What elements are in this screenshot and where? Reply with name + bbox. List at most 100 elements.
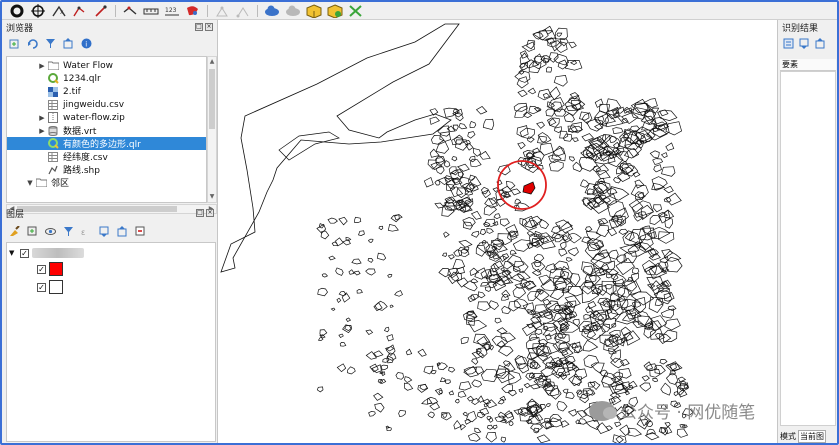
parcel-polygon[interactable] bbox=[548, 52, 559, 63]
parcel-polygon[interactable] bbox=[615, 257, 635, 276]
parcel-polygon[interactable] bbox=[583, 354, 600, 369]
parcel-polygon[interactable] bbox=[664, 318, 681, 331]
ruler-icon[interactable] bbox=[142, 3, 160, 19]
package-2-icon[interactable] bbox=[326, 3, 344, 19]
parcel-polygon[interactable] bbox=[358, 230, 365, 236]
parcel-polygon[interactable] bbox=[569, 342, 579, 348]
parcel-polygon[interactable] bbox=[532, 147, 540, 155]
parcel-polygon[interactable] bbox=[507, 389, 517, 397]
parcel-polygon[interactable] bbox=[523, 382, 531, 389]
parcel-polygon[interactable] bbox=[351, 258, 362, 265]
pan-crosshair-icon[interactable] bbox=[29, 3, 47, 19]
parcel-polygon[interactable] bbox=[508, 370, 522, 385]
parcel-polygon[interactable] bbox=[345, 317, 352, 322]
parcel-polygon[interactable] bbox=[563, 112, 575, 123]
parcel-polygon[interactable] bbox=[594, 311, 607, 326]
parcel-polygon[interactable] bbox=[435, 141, 450, 154]
parcel-polygon[interactable] bbox=[539, 218, 550, 230]
parcel-polygon[interactable] bbox=[494, 317, 502, 324]
parcel-polygon[interactable] bbox=[417, 348, 427, 357]
parcel-polygon[interactable] bbox=[460, 336, 469, 345]
tree-item-neighbor[interactable]: ▼ 邻区 bbox=[7, 176, 206, 189]
parcel-polygon[interactable] bbox=[470, 210, 482, 220]
expand-arrow-icon[interactable]: ▶ bbox=[37, 114, 47, 122]
parcel-polygon[interactable] bbox=[639, 382, 652, 392]
parcel-polygon[interactable] bbox=[456, 163, 470, 172]
parcel-polygon[interactable] bbox=[675, 381, 681, 389]
parcel-polygon[interactable] bbox=[514, 198, 522, 204]
parcel-polygon[interactable] bbox=[367, 258, 374, 263]
parcel-polygon[interactable] bbox=[653, 204, 662, 213]
parcel-polygon[interactable] bbox=[395, 372, 404, 380]
parcel-polygon[interactable] bbox=[556, 32, 563, 37]
parcel-polygon[interactable] bbox=[479, 228, 487, 236]
parcel-polygon[interactable] bbox=[524, 59, 540, 69]
parcel-polygon[interactable] bbox=[534, 328, 543, 335]
parcel-polygon[interactable] bbox=[623, 147, 640, 159]
parcel-polygon[interactable] bbox=[473, 333, 491, 345]
parcel-polygon[interactable] bbox=[584, 243, 601, 260]
measure-123-icon[interactable]: 123 bbox=[163, 3, 181, 19]
parcel-polygon[interactable] bbox=[508, 421, 514, 427]
parcel-polygon[interactable] bbox=[509, 249, 517, 255]
parcel-polygon[interactable] bbox=[547, 117, 557, 126]
parcel-polygon[interactable] bbox=[429, 148, 440, 158]
parcel-polygon[interactable] bbox=[549, 160, 564, 172]
parcel-polygon[interactable] bbox=[584, 226, 593, 233]
parcel-polygon[interactable] bbox=[551, 225, 561, 234]
parcel-polygon[interactable] bbox=[534, 414, 544, 422]
parcel-polygon[interactable] bbox=[443, 231, 450, 238]
tree-item-data-vrt[interactable]: ▶ 数据.vrt bbox=[7, 124, 206, 137]
parcel-polygon[interactable] bbox=[536, 434, 551, 443]
parcel-polygon[interactable] bbox=[339, 342, 347, 347]
parcel-polygon[interactable] bbox=[386, 334, 394, 342]
parcel-polygon[interactable] bbox=[560, 231, 573, 243]
parcel-polygon[interactable] bbox=[479, 150, 491, 160]
parcel-polygon[interactable] bbox=[356, 289, 363, 294]
parcel-polygons[interactable] bbox=[316, 25, 694, 443]
parcel-polygon[interactable] bbox=[376, 252, 387, 261]
parcel-polygon[interactable] bbox=[338, 291, 347, 297]
parcel-polygon[interactable] bbox=[537, 135, 547, 144]
parcel-polygon[interactable] bbox=[462, 217, 476, 227]
visibility-eye-icon[interactable] bbox=[44, 225, 56, 237]
parcel-polygon[interactable] bbox=[516, 125, 529, 138]
parcel-polygon[interactable] bbox=[470, 278, 479, 283]
tree-item-jingweidu-csv[interactable]: jingweidu.csv bbox=[7, 98, 206, 111]
parcel-polygon[interactable] bbox=[664, 422, 671, 428]
parcel-polygon[interactable] bbox=[476, 336, 488, 348]
parcel-polygon[interactable] bbox=[448, 366, 456, 373]
add-point-icon[interactable] bbox=[92, 3, 110, 19]
scroll-up-icon[interactable]: ▲ bbox=[208, 58, 216, 66]
parcel-polygon[interactable] bbox=[583, 339, 599, 352]
parcel-polygon[interactable] bbox=[465, 143, 474, 151]
parcel-polygon[interactable] bbox=[621, 312, 636, 322]
parcel-polygon[interactable] bbox=[462, 311, 478, 322]
parcel-polygon[interactable] bbox=[649, 226, 671, 239]
parcel-polygon[interactable] bbox=[649, 249, 659, 256]
parcel-polygon[interactable] bbox=[500, 436, 506, 443]
parcel-polygon[interactable] bbox=[660, 152, 668, 159]
parcel-polygon[interactable] bbox=[441, 413, 448, 418]
map-canvas[interactable] bbox=[219, 20, 776, 443]
parcel-polygon[interactable] bbox=[661, 166, 676, 177]
parcel-polygon[interactable] bbox=[389, 304, 394, 308]
expand-down-icon[interactable] bbox=[798, 37, 810, 49]
coastline-polygon[interactable] bbox=[220, 23, 460, 273]
parcel-polygon[interactable] bbox=[572, 318, 580, 327]
parcel-polygon[interactable] bbox=[559, 241, 567, 250]
parcel-polygon[interactable] bbox=[501, 305, 511, 314]
parcel-polygon[interactable] bbox=[518, 69, 525, 75]
parcel-polygon[interactable] bbox=[458, 239, 473, 248]
parcel-polygon[interactable] bbox=[453, 420, 462, 430]
parcel-polygon[interactable] bbox=[572, 161, 583, 173]
info-icon[interactable]: i bbox=[80, 37, 92, 49]
parcel-polygon[interactable] bbox=[677, 376, 687, 383]
parcel-polygon[interactable] bbox=[467, 294, 476, 303]
parcel-polygon[interactable] bbox=[501, 384, 514, 394]
parcel-polygon[interactable] bbox=[493, 213, 501, 219]
tree-item-route-shp[interactable]: 路线.shp bbox=[7, 163, 206, 176]
parcel-polygon[interactable] bbox=[665, 142, 675, 151]
map-polygons[interactable] bbox=[219, 20, 776, 443]
browser-vertical-scrollbar[interactable]: ▲ ▼ bbox=[207, 56, 217, 203]
